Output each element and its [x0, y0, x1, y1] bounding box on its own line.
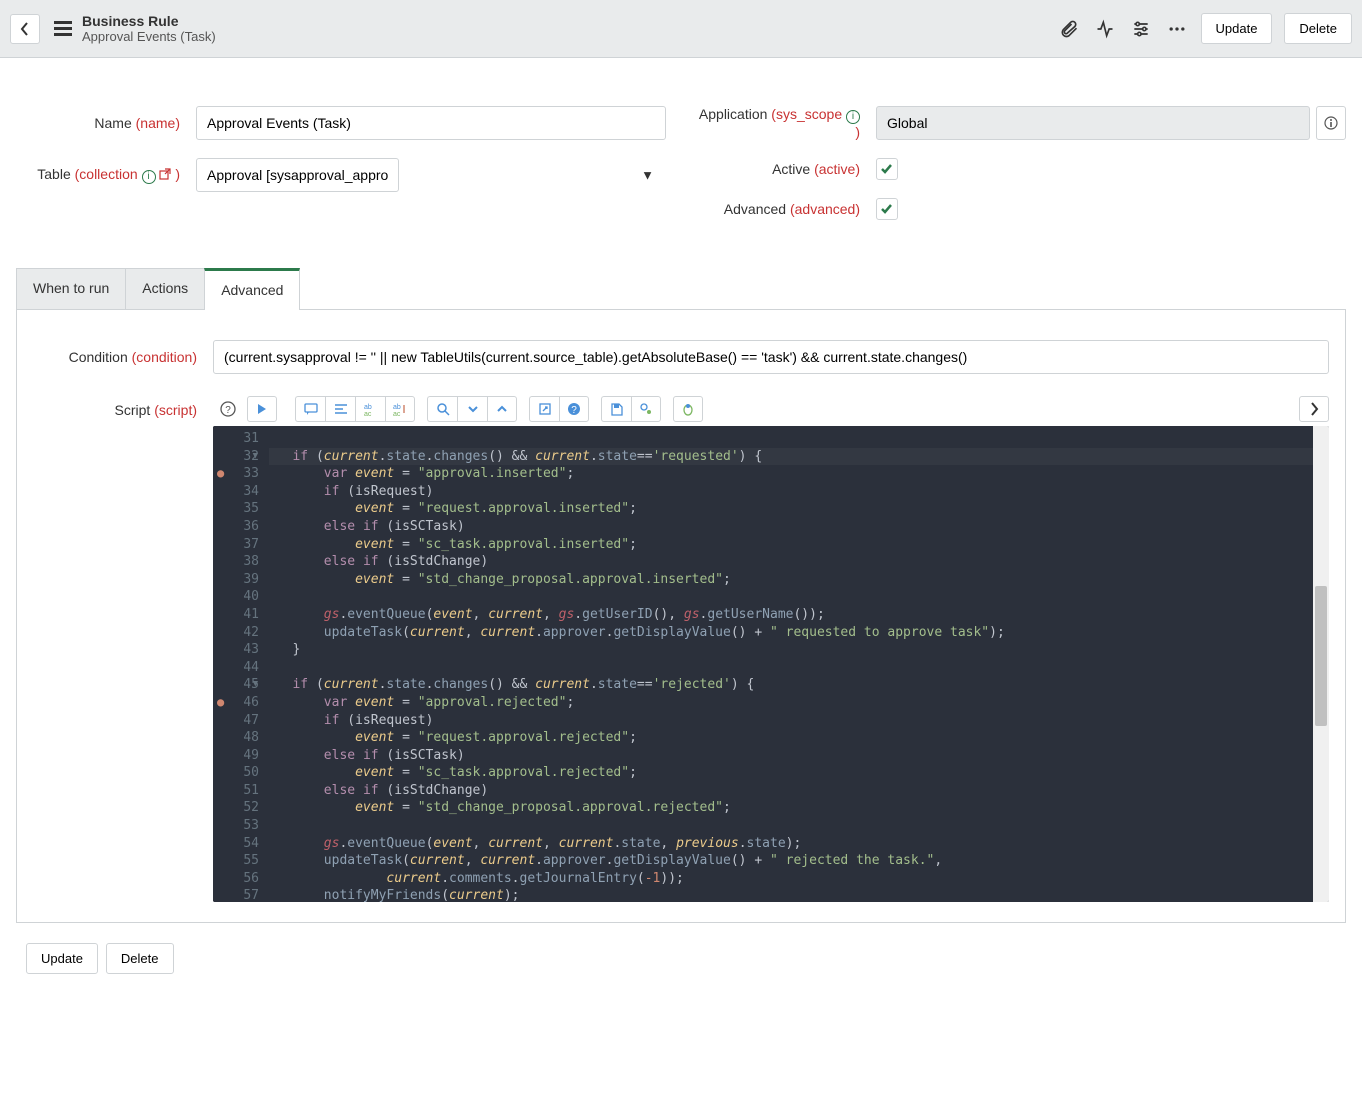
- application-label: Application (sys_scope i ): [696, 106, 876, 140]
- header-bar: Business Rule Approval Events (Task) Upd…: [0, 0, 1362, 58]
- format-icon: [334, 403, 348, 415]
- search-prev-button[interactable]: [487, 396, 517, 422]
- help-icon: ?: [567, 402, 581, 416]
- active-label: Active (active): [696, 161, 876, 177]
- application-input: [876, 106, 1310, 140]
- save-icon: [610, 403, 623, 416]
- svg-text:?: ?: [571, 405, 577, 416]
- comment-icon: [304, 403, 318, 415]
- chevron-right-icon: [1309, 402, 1319, 416]
- check-icon: [880, 202, 894, 216]
- search-button[interactable]: [427, 396, 457, 422]
- script-editor[interactable]: 31▼32●333435363738394041424344▼45●464748…: [213, 426, 1329, 902]
- svg-text:ac: ac: [393, 411, 401, 416]
- tabs: When to run Actions Advanced: [16, 268, 1346, 310]
- open-fullscreen-button[interactable]: [529, 396, 559, 422]
- info-icon[interactable]: i: [142, 170, 156, 184]
- format-code-button[interactable]: [325, 396, 355, 422]
- more-actions-icon[interactable]: [1165, 17, 1189, 41]
- settings-sliders-icon[interactable]: [1129, 17, 1153, 41]
- record-type-label: Business Rule: [82, 13, 216, 29]
- tab-content-advanced: Condition (condition) Script (script) ? …: [16, 310, 1346, 923]
- chevron-up-icon: [496, 403, 508, 415]
- svg-text:ab: ab: [364, 404, 372, 411]
- script-debugger-button[interactable]: [673, 396, 703, 422]
- bug-icon: [681, 402, 695, 416]
- condition-label: Condition (condition): [33, 349, 213, 365]
- script-label: Script (script): [33, 396, 213, 902]
- header-title: Business Rule Approval Events (Task): [82, 13, 216, 44]
- chevron-left-icon: [20, 22, 30, 36]
- open-link-icon[interactable]: [159, 168, 171, 180]
- record-name-label: Approval Events (Task): [82, 29, 216, 44]
- name-label: Name (name): [16, 115, 196, 131]
- replace-all-icon: abac: [393, 402, 407, 416]
- search-icon: [436, 402, 450, 416]
- script-help-button[interactable]: ?: [213, 396, 243, 422]
- script-tree-button[interactable]: [247, 396, 277, 422]
- scroll-thumb[interactable]: [1315, 586, 1327, 726]
- toggle-diff-button[interactable]: [631, 396, 661, 422]
- help-button[interactable]: ?: [559, 396, 589, 422]
- form-area: Name (name) Table (collection i ) ▼ Appl…: [0, 58, 1362, 268]
- application-info-button[interactable]: [1316, 106, 1346, 140]
- attachment-icon[interactable]: [1057, 17, 1081, 41]
- tab-actions[interactable]: Actions: [125, 268, 205, 309]
- name-input[interactable]: [196, 106, 666, 140]
- svg-text:ab: ab: [393, 404, 401, 411]
- tab-advanced[interactable]: Advanced: [204, 268, 300, 309]
- save-button[interactable]: [601, 396, 631, 422]
- replace-button[interactable]: abac: [355, 396, 385, 422]
- table-select[interactable]: [196, 158, 399, 192]
- replace-all-button[interactable]: abac: [385, 396, 415, 422]
- toggle-comment-button[interactable]: [295, 396, 325, 422]
- search-next-button[interactable]: [457, 396, 487, 422]
- tab-when-to-run[interactable]: When to run: [16, 268, 126, 309]
- replace-icon: abac: [364, 402, 378, 416]
- table-label: Table (collection i ): [16, 166, 196, 184]
- active-checkbox[interactable]: [876, 158, 898, 180]
- svg-text:?: ?: [225, 405, 231, 416]
- footer-buttons: Update Delete: [0, 923, 1362, 994]
- editor-scrollbar[interactable]: [1313, 426, 1329, 902]
- chevron-down-icon: [467, 403, 479, 415]
- fullscreen-icon: [539, 403, 551, 415]
- script-tree-icon: [255, 402, 269, 416]
- update-button[interactable]: Update: [1201, 13, 1273, 44]
- back-button[interactable]: [10, 14, 40, 44]
- diff-icon: [639, 402, 653, 416]
- update-button-footer[interactable]: Update: [26, 943, 98, 974]
- expand-button[interactable]: [1299, 396, 1329, 422]
- check-icon: [880, 162, 894, 176]
- script-toolbar: ? abac abac: [213, 396, 1329, 422]
- advanced-label: Advanced (advanced): [696, 201, 876, 217]
- activity-icon[interactable]: [1093, 17, 1117, 41]
- delete-button[interactable]: Delete: [1284, 13, 1352, 44]
- question-icon: ?: [220, 401, 236, 417]
- caret-down-icon: ▼: [641, 168, 654, 183]
- condition-input[interactable]: [213, 340, 1329, 374]
- info-icon[interactable]: i: [846, 110, 860, 124]
- svg-text:ac: ac: [364, 411, 372, 416]
- advanced-checkbox[interactable]: [876, 198, 898, 220]
- info-icon: [1324, 116, 1338, 130]
- context-menu-icon[interactable]: [54, 18, 72, 39]
- delete-button-footer[interactable]: Delete: [106, 943, 174, 974]
